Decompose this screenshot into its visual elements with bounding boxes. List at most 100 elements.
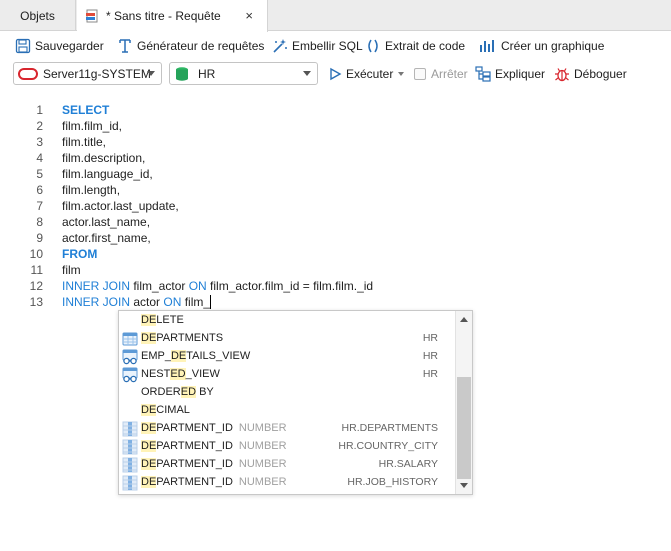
code-line[interactable]: 8 actor.last_name, <box>0 214 671 230</box>
column-icon <box>122 439 138 455</box>
line-number: 1 <box>36 103 43 117</box>
code-text: film.description, <box>62 150 145 166</box>
magic-wand-icon <box>272 38 288 54</box>
autocomplete-popup: DELETE DEPARTMENTS HR EMP_DETAILS_VIEW HR NES… <box>118 310 473 495</box>
autocomplete-item[interactable]: DEPARTMENT_ID NUMBER HR.JOB_HISTORY <box>119 474 456 492</box>
autocomplete-item[interactable]: DECIMAL <box>119 402 456 420</box>
label-suffix: PARTMENT_ID <box>156 422 233 434</box>
owner-label: HR <box>422 368 438 380</box>
explain-button[interactable]: Expliquer <box>475 63 545 85</box>
view-icon <box>122 349 138 365</box>
code-line[interactable]: 11 film <box>0 262 671 278</box>
owner-label: HR <box>422 332 438 344</box>
sql-keyword: FROM <box>62 247 98 261</box>
query-builder-label: Générateur de requêtes <box>137 39 265 53</box>
execute-button[interactable]: Exécuter <box>327 63 405 85</box>
autocomplete-item[interactable]: DEPARTMENT_ID NUMBER HR.SALARY <box>119 456 456 474</box>
label-suffix: _VIEW <box>185 368 220 380</box>
code-snippet-button[interactable]: Extrait de code <box>365 35 465 57</box>
autocomplete-item[interactable]: DELETE <box>119 312 456 330</box>
code-line[interactable]: 4 film.description, <box>0 150 671 166</box>
column-icon <box>122 421 138 437</box>
beautify-sql-button[interactable]: Embellir SQL <box>272 35 363 57</box>
debug-button[interactable]: Déboguer <box>554 63 627 85</box>
match-highlight: DE <box>141 422 157 434</box>
create-chart-button[interactable]: Créer un graphique <box>479 35 604 57</box>
toolbar-row-1: Sauvegarder Générateur de requêtes Embel… <box>0 32 671 60</box>
label-suffix: BY <box>196 386 214 398</box>
scroll-down-icon[interactable] <box>460 483 468 488</box>
code-line[interactable]: 5 film.language_id, <box>0 166 671 182</box>
autocomplete-label: EMP_DETAILS_VIEW <box>141 350 250 362</box>
code-line[interactable]: 2 film.film_id, <box>0 118 671 134</box>
autocomplete-item[interactable]: DEPARTMENTS HR <box>119 330 456 348</box>
sql-token: film.actor.last_update, <box>62 199 179 213</box>
explain-plan-icon <box>475 66 491 82</box>
schema-select[interactable]: HR <box>169 62 318 85</box>
code-text: actor.first_name, <box>62 230 151 246</box>
explain-label: Expliquer <box>495 67 546 81</box>
label-suffix: PARTMENT_ID <box>156 476 233 488</box>
view-icon <box>122 367 138 383</box>
autocomplete-label: DEPARTMENT_ID NUMBER <box>141 476 287 488</box>
scroll-up-icon[interactable] <box>460 317 468 322</box>
close-icon[interactable]: × <box>245 8 253 23</box>
line-number: 13 <box>29 295 43 309</box>
code-text: INNER JOIN film_actor ON film_actor.film… <box>62 278 373 294</box>
code-line[interactable]: 9 actor.first_name, <box>0 230 671 246</box>
table-icon <box>122 331 138 347</box>
line-number: 3 <box>36 135 43 149</box>
save-icon <box>15 38 31 54</box>
line-number: 7 <box>36 199 43 213</box>
tab-objets[interactable]: Objets <box>0 0 76 31</box>
chevron-down-icon <box>147 71 155 76</box>
database-icon <box>174 66 190 82</box>
bug-icon <box>554 66 570 82</box>
sql-keyword: INNER JOIN <box>62 279 131 293</box>
line-number: 10 <box>29 247 43 261</box>
column-icon <box>122 475 138 491</box>
execute-dropdown-icon[interactable] <box>398 72 405 76</box>
tab-query-label: * Sans titre - Requête <box>106 9 221 23</box>
code-text: INNER JOIN actor ON film_ <box>62 294 212 310</box>
autocomplete-item[interactable]: EMP_DETAILS_VIEW HR <box>119 348 456 366</box>
connection-select[interactable]: Server11g-SYSTEM <box>13 62 162 85</box>
parentheses-icon <box>365 38 381 54</box>
code-line[interactable]: 7 film.actor.last_update, <box>0 198 671 214</box>
autocomplete-item[interactable]: DEPARTMENT_ID NUMBER HR.COUNTRY_CITY <box>119 438 456 456</box>
label-prefix: NEST <box>141 368 171 380</box>
code-line[interactable]: 1 SELECT <box>0 102 671 118</box>
label-suffix: PARTMENT_ID <box>156 458 233 470</box>
line-number: 8 <box>36 215 43 229</box>
sql-keyword: INNER JOIN <box>62 295 131 309</box>
autocomplete-item[interactable]: NESTED_VIEW HR <box>119 366 456 384</box>
code-line[interactable]: 3 film.title, <box>0 134 671 150</box>
code-line[interactable]: 13 INNER JOIN actor ON film_ <box>0 294 671 310</box>
code-line[interactable]: 12 INNER JOIN film_actor ON film_actor.fi… <box>0 278 671 294</box>
data-type: NUMBER <box>238 440 287 452</box>
code-text: actor.last_name, <box>62 214 150 230</box>
label-suffix: LETE <box>156 314 184 326</box>
data-type: NUMBER <box>238 458 287 470</box>
scroll-thumb[interactable] <box>457 377 471 479</box>
line-number: 2 <box>36 119 43 133</box>
chart-icon <box>479 38 495 54</box>
sql-token: film.length, <box>62 183 121 197</box>
stop-button[interactable]: Arrêter <box>414 63 468 85</box>
owner-label: HR <box>422 350 438 362</box>
label-suffix: PARTMENT_ID <box>156 440 233 452</box>
code-line[interactable]: 10 FROM <box>0 246 671 262</box>
toolbar-row-2: Server11g-SYSTEM HR Exécuter Arrêter Exp… <box>0 60 671 88</box>
query-builder-button[interactable]: Générateur de requêtes <box>117 35 264 57</box>
autocomplete-item[interactable]: ORDERED BY <box>119 384 456 402</box>
stop-label: Arrêter <box>431 67 468 81</box>
save-button[interactable]: Sauvegarder <box>15 35 104 57</box>
autocomplete-scrollbar[interactable] <box>455 311 472 494</box>
tab-query[interactable]: * Sans titre - Requête × <box>77 0 268 32</box>
autocomplete-item[interactable]: DEPARTMENT_ID NUMBER HR.DEPARTMENTS <box>119 420 456 438</box>
sql-token: film.language_id, <box>62 167 153 181</box>
line-number: 12 <box>29 279 43 293</box>
match-highlight: DE <box>141 314 157 326</box>
code-line[interactable]: 6 film.length, <box>0 182 671 198</box>
match-highlight: DE <box>170 350 187 362</box>
